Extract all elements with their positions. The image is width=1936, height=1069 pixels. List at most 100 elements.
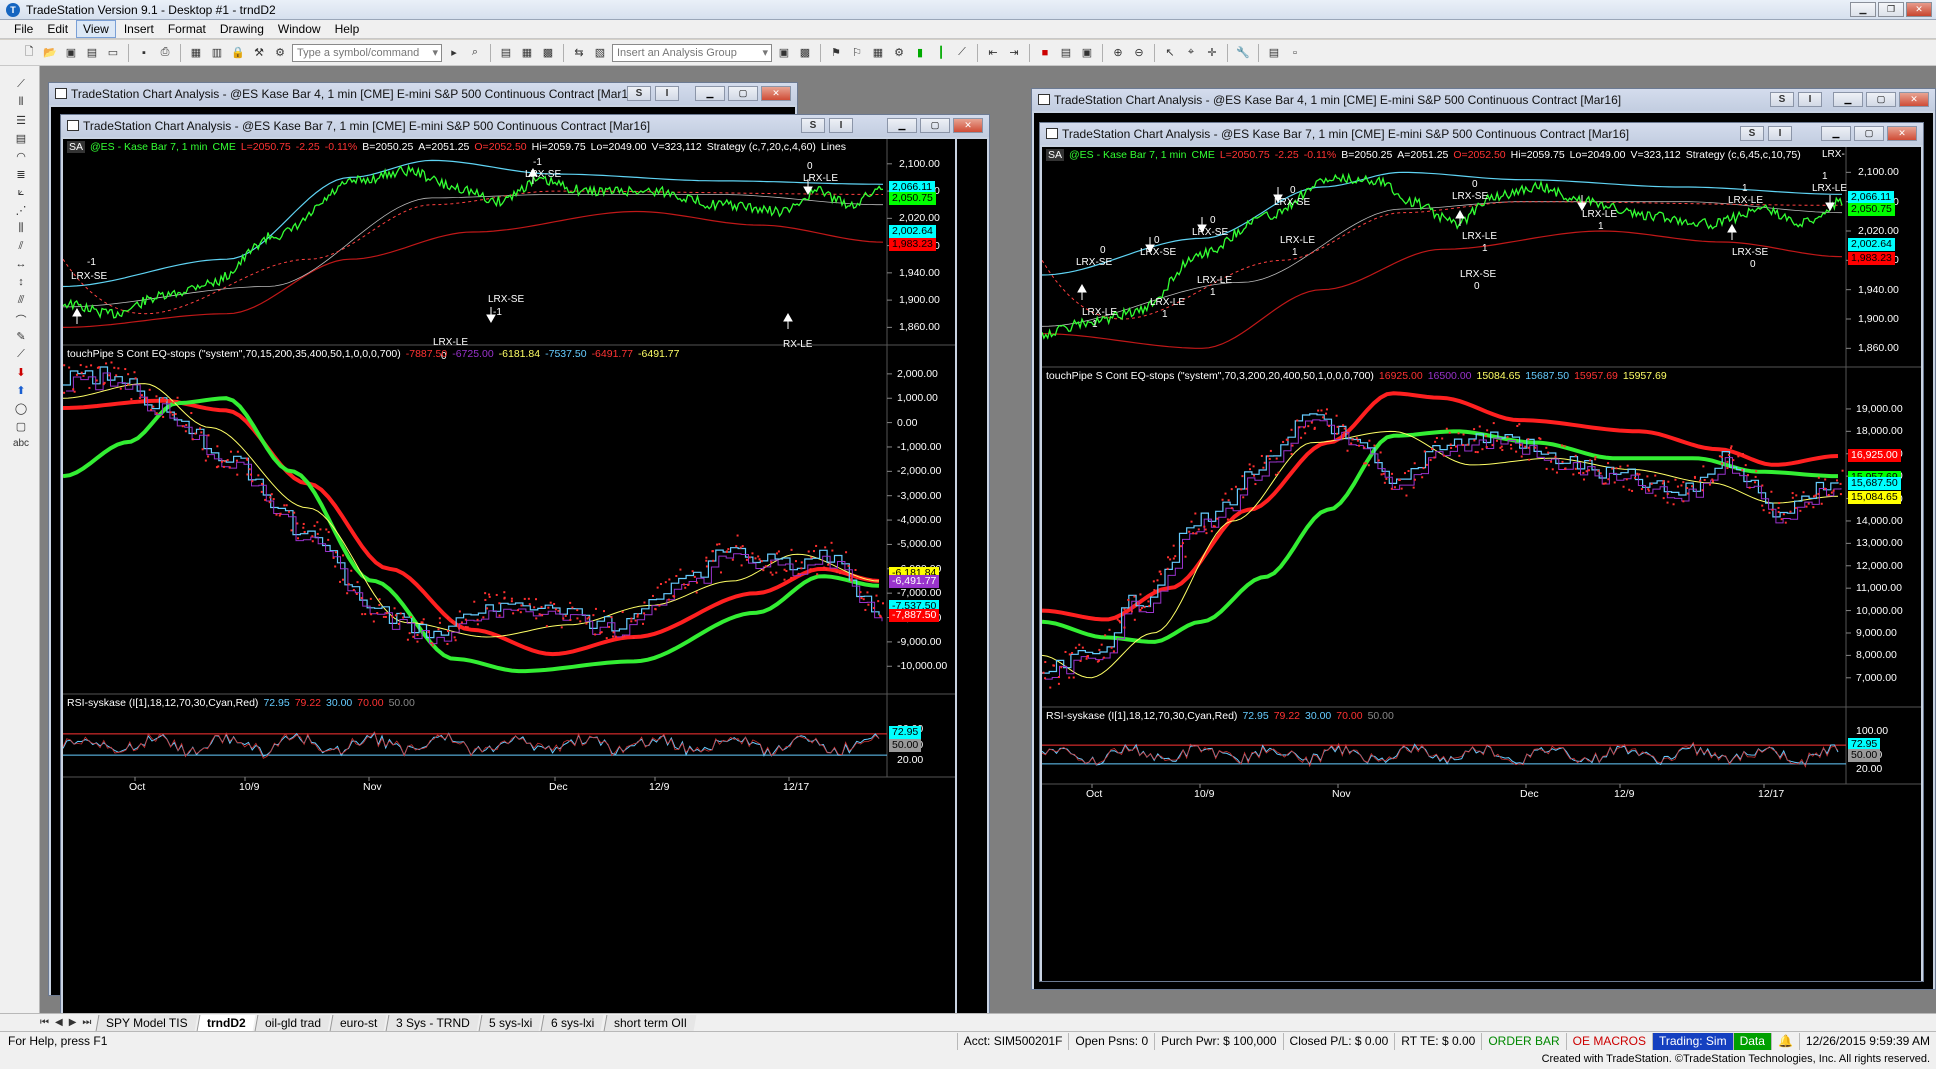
trading-mode-badge[interactable]: Trading: Sim <box>1652 1032 1733 1050</box>
indicator-icon[interactable]: ⚙ <box>271 44 289 62</box>
tab-trndd2[interactable]: trndD2 <box>196 1014 256 1031</box>
strategy-icon[interactable]: ⚑ <box>827 44 845 62</box>
candle-icon[interactable]: ┃ <box>932 44 950 62</box>
crosshair-icon[interactable]: ✛ <box>1203 44 1221 62</box>
template-icon[interactable]: ▣ <box>1078 44 1096 62</box>
time-zones-icon[interactable]: ⫼ <box>12 222 30 238</box>
properties-icon[interactable]: ▤ <box>1265 44 1283 62</box>
wrench-icon[interactable]: 🔧 <box>1234 44 1252 62</box>
maximize-icon[interactable]: ▢ <box>1866 92 1896 107</box>
freehand-icon[interactable]: ⟋ <box>12 348 30 364</box>
trendline-icon[interactable]: ⟋ <box>12 78 30 94</box>
color-icon[interactable]: ■ <box>1036 44 1054 62</box>
bar-type-icon[interactable]: ▮ <box>911 44 929 62</box>
close-icon[interactable]: ✕ <box>1887 126 1917 141</box>
maximize-icon[interactable]: ▢ <box>1854 126 1884 141</box>
ellipse-icon[interactable]: ◯ <box>12 402 30 418</box>
last-tab-icon[interactable]: ⏭ <box>82 1017 91 1028</box>
format-icon[interactable]: ▧ <box>591 44 609 62</box>
zoom-in-icon[interactable]: ⊕ <box>1109 44 1127 62</box>
close-icon[interactable]: ✕ <box>761 86 791 101</box>
minimize-icon[interactable]: ▁ <box>695 86 725 101</box>
menu-window[interactable]: Window <box>272 21 327 37</box>
pencil-icon[interactable]: ✎ <box>12 330 30 346</box>
prev-tab-icon[interactable]: ◀ <box>55 1017 63 1028</box>
scanner-icon[interactable]: ⚙ <box>890 44 908 62</box>
strategy-performance-icon[interactable]: ⚐ <box>848 44 866 62</box>
chevron-down-icon[interactable]: ▾ <box>432 46 438 59</box>
open-workspace-icon[interactable]: ▣ <box>62 44 80 62</box>
fibonacci-icon[interactable]: ≣ <box>12 168 30 184</box>
tab-6-sys-lxi[interactable]: 6 sys-lxi <box>540 1014 604 1031</box>
data-tip-icon[interactable]: ⌖ <box>1182 44 1200 62</box>
strategy-s-button[interactable]: S <box>1740 126 1764 141</box>
lock-icon[interactable]: 🔒 <box>229 44 247 62</box>
tools-icon[interactable]: ⚒ <box>250 44 268 62</box>
go-arrow-icon[interactable]: ▸ <box>445 44 463 62</box>
close-icon[interactable]: ✕ <box>1899 92 1929 107</box>
menu-format[interactable]: Format <box>162 21 212 37</box>
window-titlebar[interactable]: TradeStation Chart Analysis - @ES Kase B… <box>49 83 797 105</box>
chart-window-icon[interactable]: ▦ <box>187 44 205 62</box>
horizontal-arrow-icon[interactable]: ↔ <box>12 258 30 274</box>
strategy-s-button[interactable]: S <box>627 86 651 101</box>
symbol-lookup-icon[interactable]: ⌕ <box>466 44 484 62</box>
rectangle-icon[interactable]: ▢ <box>12 420 30 436</box>
bar-chart-icon[interactable]: ▤ <box>497 44 515 62</box>
gann-fan-icon[interactable]: ⋰ <box>12 204 30 220</box>
help-icon[interactable]: ▫ <box>1286 44 1304 62</box>
menu-insert[interactable]: Insert <box>118 21 160 37</box>
tab-short-term-oil[interactable]: short term OIl <box>603 1014 696 1031</box>
alert-bell-icon[interactable]: 🔔 <box>1770 1032 1799 1050</box>
strategy-s-button[interactable]: S <box>801 118 825 133</box>
menu-edit[interactable]: Edit <box>41 21 74 37</box>
tab-euro-st[interactable]: euro-st <box>329 1014 387 1031</box>
oe-macros-button[interactable]: OE MACROS <box>1565 1032 1652 1050</box>
text-tool-icon[interactable]: abc <box>12 438 30 454</box>
cycle-icon[interactable]: ⌒ <box>12 312 30 328</box>
radarscreen-icon[interactable]: ▥ <box>208 44 226 62</box>
close-icon[interactable]: ✕ <box>1906 2 1932 17</box>
minimize-icon[interactable]: ▁ <box>887 118 917 133</box>
print-icon[interactable]: ⎙ <box>156 44 174 62</box>
channel-icon[interactable]: ⫽ <box>12 240 30 256</box>
vertical-lines-icon[interactable]: ⦀ <box>12 96 30 112</box>
speed-lines-icon[interactable]: ⟀ <box>12 186 30 202</box>
line-chart-icon[interactable]: ⟋ <box>953 44 971 62</box>
horizontal-lines-icon[interactable]: ☰ <box>12 114 30 130</box>
tab-spy-model-tis[interactable]: SPY Model TIS <box>95 1014 198 1031</box>
down-arrow-icon[interactable]: ⬇ <box>12 366 30 382</box>
strategy-s-button[interactable]: S <box>1770 92 1794 107</box>
open-folder-icon[interactable]: 📂 <box>41 44 59 62</box>
table-icon[interactable]: ▦ <box>518 44 536 62</box>
expand-icon[interactable]: ⇥ <box>1005 44 1023 62</box>
arc-icon[interactable]: ◠ <box>12 150 30 166</box>
style-icon[interactable]: ▤ <box>1057 44 1075 62</box>
close-icon[interactable]: ✕ <box>953 118 983 133</box>
left-chart-area[interactable]: SA @ES - Kase Bar 7, 1 min CME L=2050.75 -2.… <box>63 139 955 1037</box>
new-document-icon[interactable]: 🗋 <box>20 44 38 62</box>
new-window-icon[interactable]: ▭ <box>104 44 122 62</box>
menu-help[interactable]: Help <box>329 21 366 37</box>
chart-window-right[interactable]: TradeStation Chart Analysis - @ES Kase B… <box>1039 122 1924 982</box>
analysis-wizard-icon[interactable]: ▩ <box>796 44 814 62</box>
indicator-i-button[interactable]: I <box>655 86 679 101</box>
indicator-i-button[interactable]: I <box>1768 126 1792 141</box>
menu-view[interactable]: View <box>76 20 116 38</box>
pointer-icon[interactable]: ↖ <box>1161 44 1179 62</box>
first-tab-icon[interactable]: ⏮ <box>40 1017 49 1028</box>
tab-oil-gld-trad[interactable]: oil-gld trad <box>254 1014 331 1031</box>
maximize-icon[interactable]: ▢ <box>728 86 758 101</box>
compress-icon[interactable]: ⇤ <box>984 44 1002 62</box>
grid-icon[interactable]: ▩ <box>539 44 557 62</box>
open-desktop-icon[interactable]: ▤ <box>83 44 101 62</box>
maximize-icon[interactable]: ▢ <box>920 118 950 133</box>
link-icon[interactable]: ⇆ <box>570 44 588 62</box>
analysis-icon[interactable]: ▣ <box>775 44 793 62</box>
indicator-i-button[interactable]: I <box>829 118 853 133</box>
restore-icon[interactable]: ❐ <box>1878 2 1904 17</box>
minimize-icon[interactable]: ▁ <box>1821 126 1851 141</box>
minimize-icon[interactable]: ▁ <box>1833 92 1863 107</box>
chevron-down-icon[interactable]: ▾ <box>762 46 768 59</box>
analysis-group-select[interactable]: Insert an Analysis Group ▾ <box>612 43 772 62</box>
